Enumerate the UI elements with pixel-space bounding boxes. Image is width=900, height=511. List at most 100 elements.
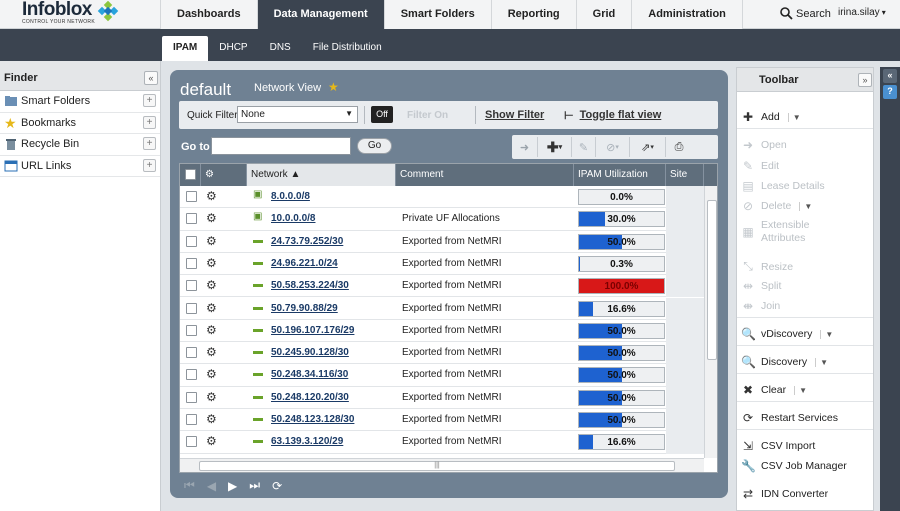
toolbar-item-clear[interactable]: ✖ Clear ▼: [741, 383, 807, 397]
finder-item-url-links[interactable]: URL Links +: [0, 156, 160, 177]
scroll-thumb[interactable]: |||: [199, 461, 675, 471]
tab-grid[interactable]: Grid: [575, 0, 632, 29]
network-link[interactable]: 50.245.90.128/30: [271, 347, 349, 358]
chevron-down-icon[interactable]: ▼: [799, 201, 812, 211]
network-link[interactable]: 24.96.221.0/24: [271, 258, 338, 269]
row-checkbox[interactable]: [186, 436, 197, 448]
network-view-star-icon[interactable]: ★: [328, 80, 339, 94]
gear-icon[interactable]: ⚙: [206, 301, 217, 315]
last-page-icon[interactable]: ⏭: [249, 478, 260, 493]
network-link[interactable]: 63.139.3.120/29: [271, 436, 343, 447]
table-row[interactable]: ⚙ ▬ 50.196.107.176/29 Exported from NetMRI 5…: [180, 319, 704, 343]
table-row[interactable]: ⚙ ▣ 8.0.0.0/8 0.0%: [180, 186, 704, 209]
help-icon[interactable]: ?: [883, 85, 897, 99]
tab-smart-folders[interactable]: Smart Folders: [383, 0, 491, 29]
column-comment[interactable]: Comment: [396, 164, 574, 186]
gear-icon[interactable]: ⚙: [206, 367, 217, 381]
toolbar-item-csv-import[interactable]: ⇲ CSV Import: [741, 439, 815, 453]
gear-icon[interactable]: ⚙: [206, 345, 217, 359]
goto-input[interactable]: [211, 137, 351, 155]
horizontal-scrollbar[interactable]: |||: [180, 458, 704, 472]
network-link[interactable]: 50.248.34.116/30: [271, 369, 348, 380]
row-checkbox[interactable]: [186, 369, 197, 381]
chevron-down-icon[interactable]: ▼: [787, 112, 801, 122]
user-menu[interactable]: irina.silay ▾: [838, 7, 886, 18]
network-link[interactable]: 50.79.90.88/29: [271, 303, 338, 314]
network-link[interactable]: 50.248.123.128/30: [271, 414, 354, 425]
column-network[interactable]: Network ▲: [247, 164, 396, 186]
table-row[interactable]: ⚙ ▬ 50.248.123.128/30 Exported from NetMRI 5…: [180, 409, 704, 432]
refresh-icon[interactable]: ⟳: [272, 479, 282, 493]
print-icon[interactable]: ⎙: [666, 137, 692, 157]
network-link[interactable]: 10.0.0.0/8: [271, 213, 315, 224]
column-site[interactable]: Site: [666, 164, 704, 186]
gear-icon[interactable]: ⚙: [206, 323, 217, 337]
vertical-scrollbar[interactable]: [704, 186, 717, 458]
export-icon[interactable]: ⇗ ▾: [630, 137, 666, 157]
toolbar-item-vdiscovery[interactable]: 🔍 vDiscovery ▼: [741, 327, 833, 341]
toolbar-item-add[interactable]: ✚ Add ▼: [741, 110, 801, 124]
table-row[interactable]: ⚙ ▬ 63.139.3.120/29 Exported from NetMRI 16.…: [180, 431, 704, 454]
table-row[interactable]: ⚙ ▬ 24.73.79.252/30 Exported from NetMRI 50.…: [180, 230, 704, 253]
subtab-dhcp[interactable]: DHCP: [208, 36, 258, 61]
chevron-down-icon[interactable]: ▼: [820, 329, 833, 339]
table-row[interactable]: ⚙ ▬ 50.248.120.20/30 Exported from NetMRI 50…: [180, 386, 704, 409]
network-link[interactable]: 8.0.0.0/8: [271, 191, 310, 202]
row-checkbox[interactable]: [186, 257, 197, 269]
chevron-down-icon[interactable]: ▼: [815, 357, 828, 367]
row-checkbox[interactable]: [186, 191, 197, 202]
column-ipam-utilization[interactable]: IPAM Utilization: [574, 164, 666, 186]
table-row[interactable]: ⚙ ▬ 50.248.34.116/30 Exported from NetMRI 50…: [180, 364, 704, 387]
finder-item-smart-folders[interactable]: Smart Folders +: [0, 91, 160, 113]
prev-page-icon[interactable]: ◀: [207, 479, 216, 493]
global-search[interactable]: Search: [780, 7, 831, 20]
infoblox-logo[interactable]: Infoblox CONTROL YOUR NETWORK: [22, 0, 122, 27]
finder-item-recycle-bin[interactable]: Recycle Bin +: [0, 134, 160, 156]
filter-toggle[interactable]: Off: [371, 106, 393, 123]
scroll-thumb[interactable]: [707, 200, 717, 360]
show-filter-link[interactable]: Show Filter: [485, 109, 544, 121]
add-icon[interactable]: ✚ ▾: [538, 137, 572, 157]
network-link[interactable]: 50.196.107.176/29: [271, 325, 354, 336]
gear-icon[interactable]: ⚙: [206, 256, 217, 270]
gear-icon[interactable]: ⚙: [206, 278, 217, 292]
delete-icon[interactable]: ⊘ ▾: [596, 137, 630, 157]
gear-icon[interactable]: ⚙: [206, 434, 217, 448]
row-checkbox[interactable]: [186, 324, 197, 336]
subtab-ipam[interactable]: IPAM: [162, 36, 209, 61]
quick-filter-select[interactable]: None ▼: [237, 106, 358, 123]
expand-icon[interactable]: +: [143, 94, 156, 107]
toggle-flat-view-link[interactable]: ⊢ Toggle flat view: [564, 109, 661, 122]
goto-button[interactable]: Go: [357, 138, 392, 154]
table-row[interactable]: ⚙ ▬ 50.245.90.128/30 Exported from NetMRI 50…: [180, 342, 704, 365]
edit-icon[interactable]: ✎: [572, 137, 596, 157]
toolbar-item-csv-job-manager[interactable]: 🔧 CSV Job Manager: [741, 459, 847, 473]
tab-dashboards[interactable]: Dashboards: [160, 0, 257, 29]
table-row[interactable]: ⚙ ▬ 50.58.253.224/30 Exported from NetMRI 10…: [180, 275, 704, 298]
row-checkbox[interactable]: [186, 347, 197, 359]
table-row[interactable]: ⚙ ▣ 10.0.0.0/8 Private UF Allocations 30.0%: [180, 208, 704, 231]
row-checkbox[interactable]: [186, 235, 197, 247]
subtab-dns[interactable]: DNS: [259, 36, 302, 61]
expand-icon[interactable]: +: [143, 158, 156, 172]
row-checkbox[interactable]: [186, 280, 197, 292]
network-link[interactable]: 50.58.253.224/30: [271, 280, 349, 291]
row-checkbox[interactable]: [186, 302, 197, 314]
toolbar-collapse-button[interactable]: »: [858, 73, 872, 87]
next-page-icon[interactable]: ▶: [228, 479, 237, 493]
expand-icon[interactable]: +: [143, 137, 156, 150]
arrow-right-icon[interactable]: ➜: [512, 137, 538, 157]
row-checkbox[interactable]: [186, 414, 197, 425]
toolbar-item-idn-converter[interactable]: ⇄ IDN Converter: [741, 487, 828, 501]
row-checkbox[interactable]: [186, 391, 197, 403]
subtab-file-distribution[interactable]: File Distribution: [302, 36, 393, 61]
finder-item-bookmarks[interactable]: ★ Bookmarks +: [0, 113, 160, 134]
finder-collapse-button[interactable]: «: [144, 71, 158, 85]
network-link[interactable]: 50.248.120.20/30: [271, 392, 349, 403]
select-all-checkbox[interactable]: [185, 169, 196, 180]
row-checkbox[interactable]: [186, 213, 197, 225]
gear-icon[interactable]: ⚙: [206, 412, 217, 426]
toolbar-item-discovery[interactable]: 🔍 Discovery ▼: [741, 355, 828, 369]
gear-icon[interactable]: ⚙: [206, 189, 217, 203]
network-link[interactable]: 24.73.79.252/30: [271, 236, 343, 247]
